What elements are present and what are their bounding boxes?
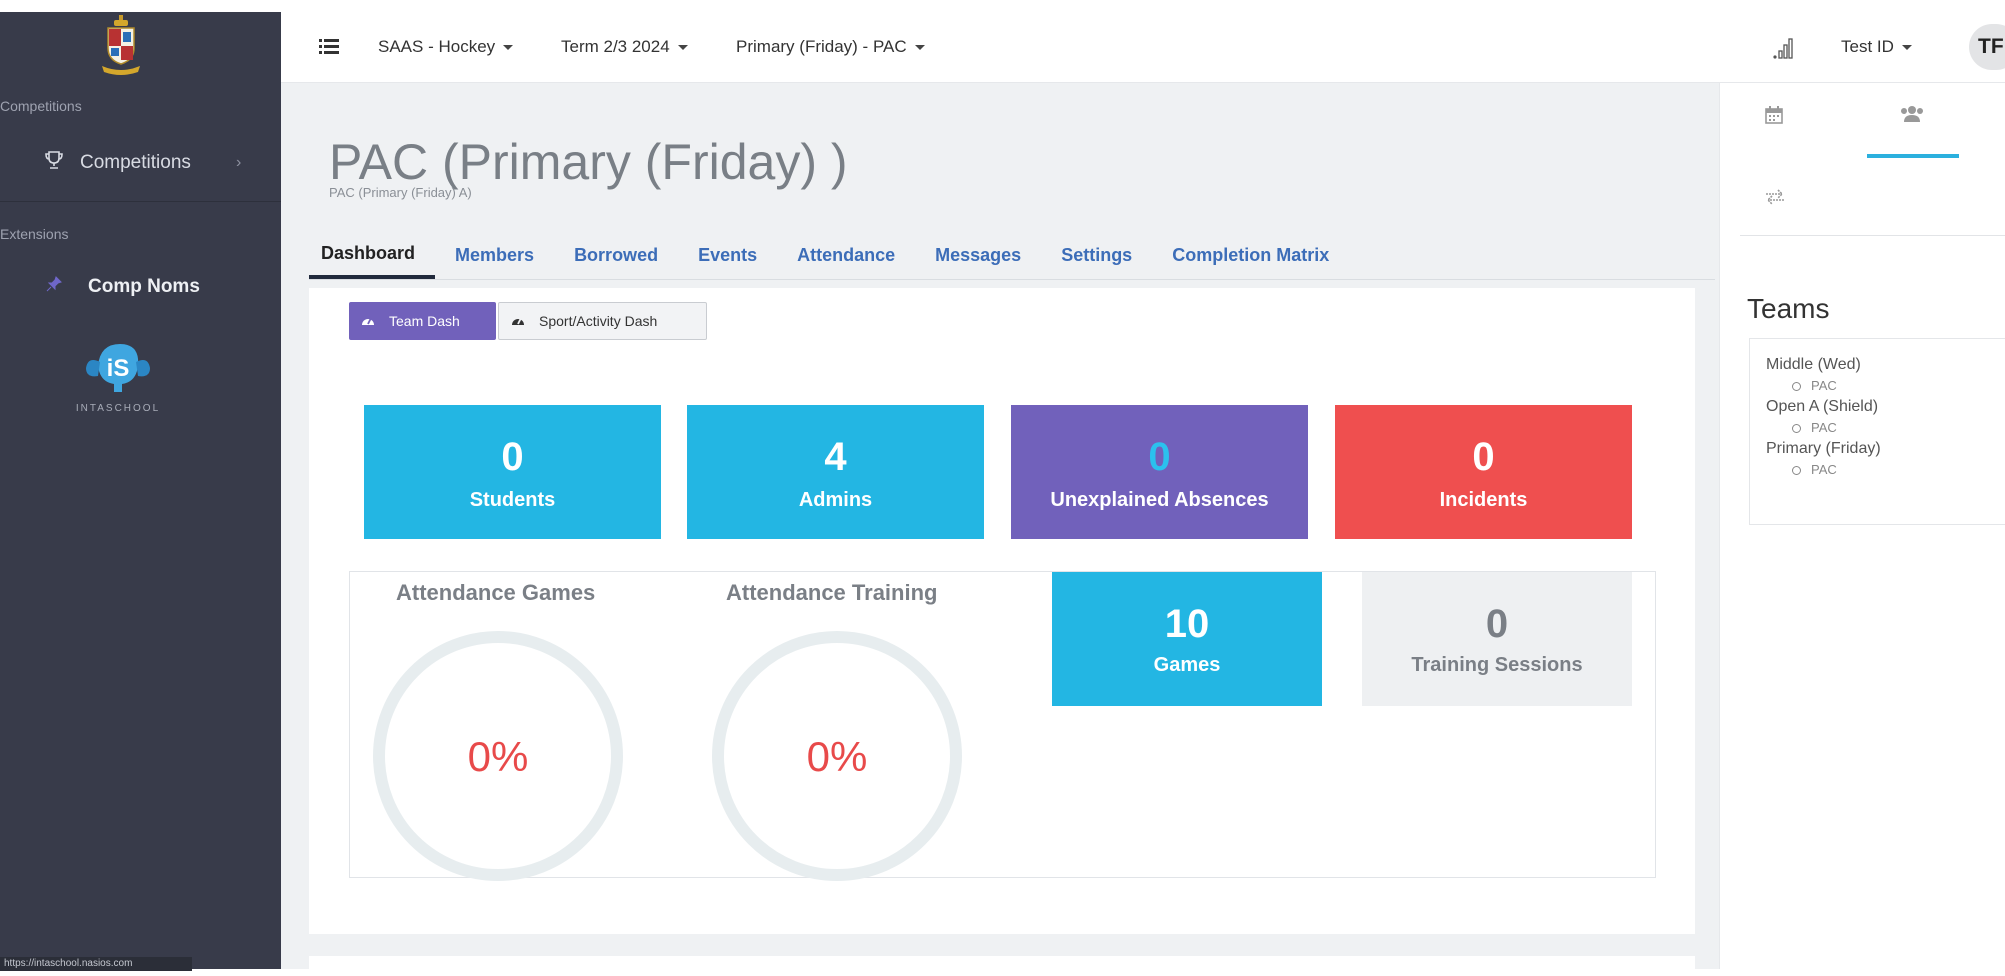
user-menu-dropdown[interactable]: Test ID [1841,30,1912,64]
team-item[interactable]: Middle (Wed) [1766,353,2005,376]
attendance-training-value: 0% [806,733,868,780]
stat-card-unexplained-absences[interactable]: 0 Unexplained Absences [1011,405,1308,539]
page-title: PAC (Primary (Friday) ) [329,134,848,190]
sidebar-item-competitions[interactable]: Competitions › [0,148,281,178]
nav-team-label: Primary (Friday) - PAC [736,37,907,56]
sidebar-item-label: Competitions [80,152,191,173]
stat-label: Incidents [1439,489,1528,511]
team-item[interactable]: Primary (Friday) [1766,437,2005,460]
tab-borrowed[interactable]: Borrowed [554,231,678,279]
sidebar-divider [0,201,281,202]
user-label: Test ID [1841,37,1894,56]
elephant-logo-icon: iS [86,344,150,392]
tab-settings[interactable]: Settings [1041,231,1152,279]
nav-sport-label: SAAS - Hockey [378,37,496,56]
nav-term-dropdown[interactable]: Term 2/3 2024 [561,30,688,64]
nav-term-label: Term 2/3 2024 [561,37,670,56]
intaschool-logo[interactable]: iS INTASCHOOL [70,338,166,418]
attendance-training-ring: 0% [712,631,962,881]
top-bar: SAAS - Hockey Term 2/3 2024 Primary (Fri… [281,12,2005,83]
stat-card-students[interactable]: 0 Students [364,405,661,539]
team-item[interactable]: Open A (Shield) [1766,395,2005,418]
right-panel-tabs [1740,83,2005,236]
logo-text: INTASCHOOL [75,403,161,414]
team-sub-label: PAC [1811,462,1837,477]
nav-sport-dropdown[interactable]: SAAS - Hockey [378,30,514,64]
training-sessions-value: 0 [1485,602,1509,646]
active-tab-indicator [1867,154,1959,158]
users-icon[interactable] [1900,105,1924,128]
caret-down-icon [1901,44,1912,50]
caret-down-icon [503,44,514,50]
svg-text:iS: iS [107,355,130,382]
games-count-card[interactable]: 10 Games [1052,572,1322,706]
team-sub-item[interactable]: PAC [1766,418,2005,437]
chevron-right-icon: › [236,154,242,171]
caret-down-icon [677,44,688,50]
tab-bar: Dashboard Members Borrowed Events Attend… [309,231,1715,280]
tab-attendance[interactable]: Attendance [777,231,915,279]
nav-team-dropdown[interactable]: Primary (Friday) - PAC [736,30,925,64]
sidebar: Competitions Competitions › Extensions C… [0,0,281,971]
right-panel: Teams Middle (Wed) PAC Open A (Shield) P… [1719,83,2005,969]
team-dash-button[interactable]: Team Dash [349,302,496,340]
sidebar-section-label: Competitions [0,98,82,114]
calendar-icon[interactable] [1764,105,1784,130]
stat-label: Admins [798,489,873,511]
team-sub-label: PAC [1811,420,1837,435]
signal-bars-icon[interactable] [1772,34,1798,65]
transfer-icon[interactable] [1764,189,1786,210]
attendance-games-value: 0% [467,733,529,780]
stat-label: Unexplained Absences [1050,489,1269,511]
tab-completion-matrix[interactable]: Completion Matrix [1152,231,1349,279]
attendance-section: Attendance Games 0% Attendance Training … [349,571,1656,881]
stat-label: Students [469,489,556,511]
stat-card-incidents[interactable]: 0 Incidents [1335,405,1632,539]
sport-activity-dash-button[interactable]: Sport/Activity Dash [498,302,707,340]
teams-list: Middle (Wed) PAC Open A (Shield) PAC Pri… [1749,338,2005,525]
sidebar-top-strip [0,0,281,12]
page-subtitle: PAC (Primary (Friday) A) [329,185,472,200]
lower-panel [309,956,1695,976]
games-count-label: Games [1153,654,1221,676]
tab-messages[interactable]: Messages [915,231,1041,279]
stat-card-admins[interactable]: 4 Admins [687,405,984,539]
training-sessions-label: Training Sessions [1411,654,1583,676]
school-crest-logo[interactable] [100,14,142,76]
tab-members[interactable]: Members [435,231,554,279]
training-sessions-card[interactable]: 0 Training Sessions [1362,572,1632,706]
pin-icon [46,276,64,298]
attendance-games-ring: 0% [373,631,623,881]
games-count-value: 10 [1164,602,1210,646]
attendance-training-title: Attendance Training [726,580,938,605]
teams-heading: Teams [1747,293,1830,324]
trophy-icon [44,150,66,176]
sidebar-section-label: Extensions [0,226,69,242]
stat-value: 4 [824,435,847,479]
dashboard-icon [361,314,375,329]
bullet-icon [1792,382,1801,392]
menu-toggle-icon[interactable] [319,38,339,61]
stat-value: 0 [1148,435,1171,479]
team-dash-label: Team Dash [389,313,460,329]
attendance-games-title: Attendance Games [396,580,596,605]
team-sub-label: PAC [1811,378,1837,393]
dashboard-icon [511,314,525,329]
sport-activity-dash-label: Sport/Activity Dash [539,313,658,329]
caret-down-icon [914,44,925,50]
main-content: PAC (Primary (Friday) ) PAC (Primary (Fr… [281,83,1719,976]
bullet-icon [1792,466,1801,476]
bullet-icon [1792,424,1801,434]
stat-value: 0 [1472,435,1495,479]
sidebar-item-comp-noms[interactable]: Comp Noms [0,272,281,302]
tab-dashboard[interactable]: Dashboard [309,231,436,279]
tab-events[interactable]: Events [678,231,777,279]
avatar[interactable]: TF [1969,24,2005,70]
dashboard-panel: Team Dash Sport/Activity Dash 0 Students… [309,288,1695,934]
stat-value: 0 [501,435,524,479]
sidebar-item-label: Comp Noms [88,276,200,297]
team-sub-item[interactable]: PAC [1766,376,2005,395]
team-sub-item[interactable]: PAC [1766,460,2005,479]
